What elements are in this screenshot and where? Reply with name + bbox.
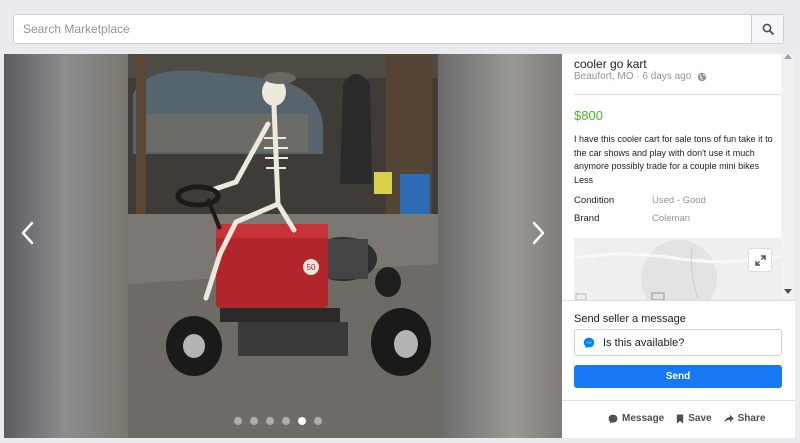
photo-dot[interactable] xyxy=(250,417,258,425)
previous-photo-button[interactable] xyxy=(14,216,40,250)
message-input-value: Is this available? xyxy=(603,336,685,349)
photo-dot[interactable] xyxy=(298,417,306,425)
listing-description: I have this cooler cart for sale tons of… xyxy=(574,133,780,187)
chevron-left-icon xyxy=(21,221,34,245)
divider xyxy=(574,94,782,95)
photo-dot[interactable] xyxy=(266,417,274,425)
attribute-row-condition: Condition Used - Good xyxy=(574,195,706,206)
send-button[interactable]: Send xyxy=(574,365,782,388)
search-button[interactable] xyxy=(751,15,783,43)
listing-actions: Message Save Share xyxy=(608,413,765,424)
bookmark-icon xyxy=(677,414,684,423)
message-action[interactable]: Message xyxy=(608,413,664,424)
divider xyxy=(562,400,795,401)
attribute-key: Condition xyxy=(574,195,615,206)
attribute-value: Used - Good xyxy=(652,195,706,206)
photo-dot[interactable] xyxy=(234,417,242,425)
photo-pagination xyxy=(234,417,322,425)
panel-scrollbar[interactable] xyxy=(781,54,795,300)
photo-dot[interactable] xyxy=(314,417,322,425)
attribute-key: Brand xyxy=(574,213,600,224)
next-photo-button[interactable] xyxy=(526,216,552,250)
message-icon xyxy=(608,414,618,423)
chevron-right-icon xyxy=(532,221,545,245)
attribute-value: Coleman xyxy=(652,213,691,224)
share-icon xyxy=(724,414,734,423)
globe-icon xyxy=(698,72,707,81)
message-action-label: Message xyxy=(622,413,665,424)
cooler-badge-text: 50 xyxy=(307,263,316,272)
expand-map-button[interactable] xyxy=(748,248,772,272)
message-input[interactable]: Is this available? xyxy=(574,329,782,356)
listing-title: cooler go kart xyxy=(574,57,647,71)
description-text: I have this cooler cart for sale tons of… xyxy=(574,134,773,171)
search-input[interactable] xyxy=(14,15,751,43)
save-action-label: Save xyxy=(688,413,712,424)
expand-icon xyxy=(754,254,766,266)
search-icon xyxy=(762,23,774,35)
photo-dot[interactable] xyxy=(282,417,290,425)
listing-photo[interactable]: 50 xyxy=(128,54,438,438)
scroll-up-arrow[interactable] xyxy=(784,54,792,59)
listing-price: $800 xyxy=(574,108,603,123)
less-link[interactable]: Less xyxy=(574,175,593,185)
messenger-icon xyxy=(583,337,595,348)
search-bar xyxy=(13,14,784,44)
share-action[interactable]: Share xyxy=(724,413,766,424)
save-action[interactable]: Save xyxy=(676,413,712,424)
attribute-row-brand: Brand Coleman xyxy=(574,213,690,224)
location-time: Beaufort, MO · 6 days ago xyxy=(574,71,692,82)
seller-message-box: Send seller a message Is this available?… xyxy=(562,300,795,438)
listing-meta: Beaufort, MO · 6 days ago xyxy=(574,71,707,82)
photo-viewer: 50 xyxy=(4,54,562,438)
seller-message-label: Send seller a message xyxy=(574,313,686,325)
share-action-label: Share xyxy=(737,413,766,424)
listing-panel: cooler go kart Beaufort, MO · 6 days ago… xyxy=(562,54,795,438)
scroll-down-arrow[interactable] xyxy=(784,289,792,294)
